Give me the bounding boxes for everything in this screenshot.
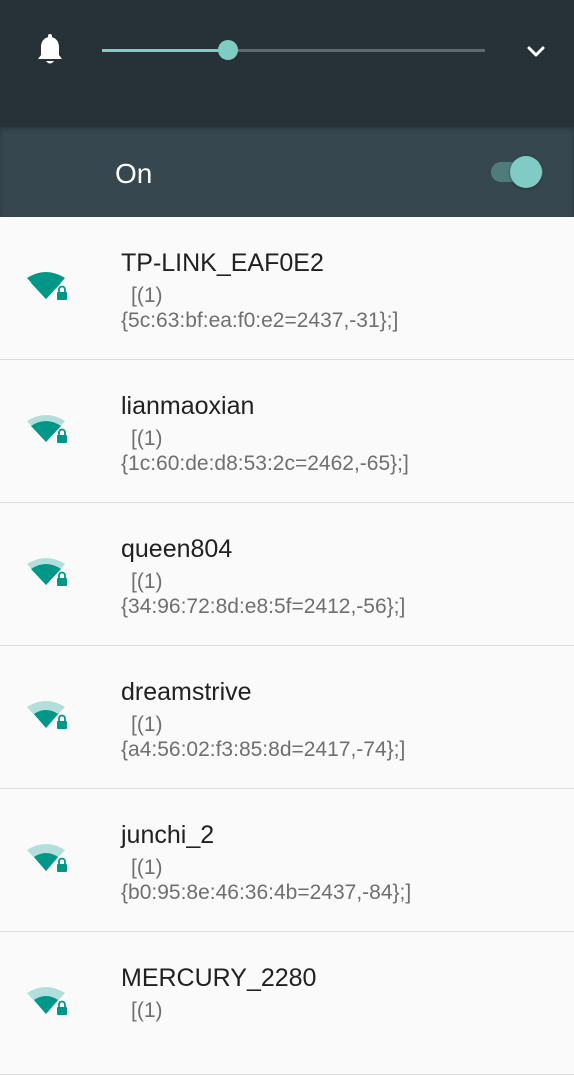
wifi-network-item[interactable]: dreamstrive [(1) {a4:56:02:f3:85:8d=2417,-… xyxy=(0,646,574,789)
network-details-line2: {1c:60:de:d8:53:2c=2462,-65};] xyxy=(121,452,409,475)
network-ssid: lianmaoxian xyxy=(121,392,255,420)
network-details-line1: [(1) xyxy=(131,999,163,1022)
network-details-line1: [(1) xyxy=(131,713,163,736)
network-details: [(1) {a4:56:02:f3:85:8d=2417,-74};] xyxy=(121,712,405,762)
volume-slider-thumb[interactable] xyxy=(218,40,239,60)
network-ssid: queen804 xyxy=(121,535,233,563)
network-details-line1: [(1) xyxy=(131,284,163,307)
network-ssid: junchi_2 xyxy=(121,821,215,849)
network-details-line2: {b0:95:8e:46:36:4b=2437,-84};] xyxy=(121,881,412,904)
network-details: [(1) xyxy=(121,998,163,1023)
network-ssid: TP-LINK_EAF0E2 xyxy=(121,249,324,277)
wifi-state-label: On xyxy=(115,158,153,189)
wifi-lock-icon xyxy=(27,272,67,300)
wifi-network-item[interactable]: junchi_2 [(1) {b0:95:8e:46:36:4b=2437,-84}… xyxy=(0,789,574,932)
network-details-line2: {5c:63:bf:ea:f0:e2=2437,-31};] xyxy=(121,309,399,332)
wifi-lock-icon xyxy=(27,415,67,443)
network-details-line1: [(1) xyxy=(131,856,163,879)
volume-slider[interactable] xyxy=(102,40,485,60)
network-details-line2: {34:96:72:8d:e8:5f=2412,-56};] xyxy=(121,595,406,618)
network-details-line2: {a4:56:02:f3:85:8d=2417,-74};] xyxy=(121,738,406,761)
wifi-lock-icon xyxy=(27,701,67,729)
wifi-lock-icon xyxy=(27,844,67,872)
network-details: [(1) {5c:63:bf:ea:f0:e2=2437,-31};] xyxy=(121,283,398,333)
network-details-line1: [(1) xyxy=(131,427,163,450)
wifi-switch-thumb[interactable] xyxy=(510,156,542,188)
wifi-toggle-bar xyxy=(0,127,574,217)
wifi-lock-icon xyxy=(27,987,67,1015)
wifi-network-item[interactable]: lianmaoxian [(1) {1c:60:de:d8:53:2c=2462,-… xyxy=(0,360,574,503)
network-details-line1: [(1) xyxy=(131,570,163,593)
network-ssid: MERCURY_2280 xyxy=(121,964,317,992)
wifi-network-item[interactable]: TP-LINK_EAF0E2 [(1) {5c:63:bf:ea:f0:e2=243… xyxy=(0,217,574,360)
wifi-lock-icon xyxy=(27,558,67,586)
wifi-network-item[interactable]: queen804 [(1) {34:96:72:8d:e8:5f=2412,-56}… xyxy=(0,503,574,646)
bell-icon[interactable] xyxy=(34,34,66,68)
wifi-network-list: TP-LINK_EAF0E2 [(1) {5c:63:bf:ea:f0:e2=243… xyxy=(0,217,574,1075)
network-details: [(1) {1c:60:de:d8:53:2c=2462,-65};] xyxy=(121,426,409,476)
volume-slider-fill xyxy=(102,49,229,52)
chevron-down-icon[interactable] xyxy=(524,40,548,64)
wifi-network-item[interactable]: MERCURY_2280 [(1) xyxy=(0,932,574,1075)
network-details: [(1) {34:96:72:8d:e8:5f=2412,-56};] xyxy=(121,569,405,619)
network-ssid: dreamstrive xyxy=(121,678,252,706)
volume-header xyxy=(0,0,574,127)
network-details: [(1) {b0:95:8e:46:36:4b=2437,-84};] xyxy=(121,855,411,905)
